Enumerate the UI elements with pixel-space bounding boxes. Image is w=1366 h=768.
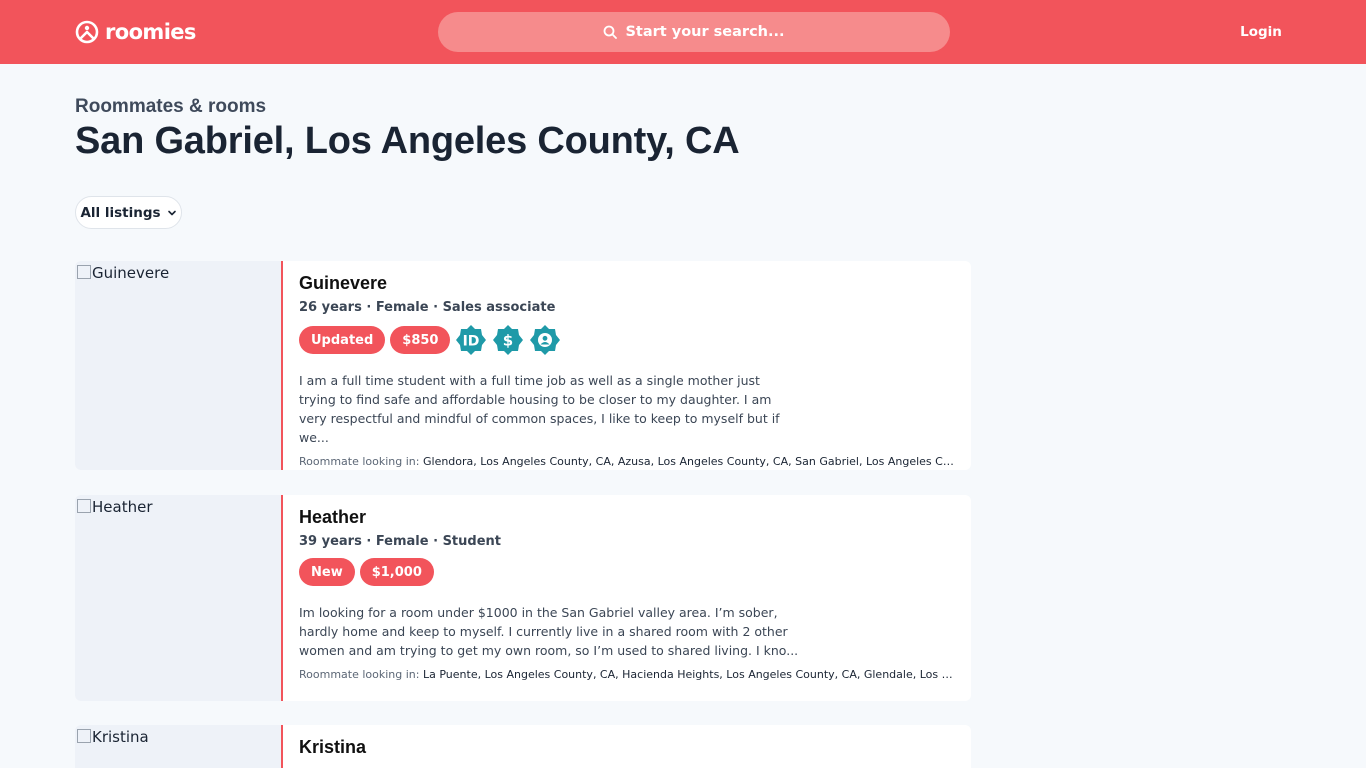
status-badge: Updated [299, 326, 386, 354]
search-placeholder: Start your search... [625, 24, 785, 40]
listing-card[interactable]: Guinevere Guinevere 26 years · Female · … [75, 261, 971, 470]
broken-image-icon [77, 729, 91, 743]
login-link[interactable]: Login [1236, 24, 1286, 40]
page-title: San Gabriel, Los Angeles County, CA [75, 120, 740, 162]
photo-alt-text: Kristina [92, 728, 149, 746]
price-badge: $1,000 [359, 558, 434, 586]
looking-in-locations: Roommate looking in: La Puente, Los Ange… [299, 668, 957, 681]
broken-image-icon [77, 265, 91, 279]
roomies-logo[interactable]: roomies [75, 19, 196, 45]
status-badge: New [299, 558, 355, 586]
listing-name[interactable]: Guinevere [299, 273, 957, 295]
listings-filter-dropdown[interactable]: All listings [75, 196, 182, 229]
listing-badges: Updated $850 ID $ [299, 324, 957, 356]
top-navigation-bar: roomies Start your search... Login [0, 0, 1366, 64]
photo-alt-text: Heather [92, 498, 153, 516]
card-accent-bar [281, 495, 283, 701]
listing-meta: 39 years · Female · Student [299, 534, 501, 549]
page-eyebrow: Roommates & rooms [75, 96, 267, 117]
looking-in-value: Glendora, Los Angeles County, CA, Azusa,… [422, 455, 957, 468]
background-check-icon [530, 325, 561, 355]
brand-name: roomies [105, 20, 196, 44]
price-badge: $850 [390, 326, 451, 354]
listing-card[interactable]: Kristina Kristina [75, 725, 971, 768]
listing-name[interactable]: Heather [299, 507, 957, 529]
card-accent-bar [281, 725, 283, 768]
listing-card[interactable]: Heather Heather 39 years · Female · Stud… [75, 495, 971, 701]
card-accent-bar [281, 261, 283, 470]
looking-in-value: La Puente, Los Angeles County, CA, Hacie… [422, 668, 957, 681]
looking-in-label: Roommate looking in: [299, 668, 420, 681]
photo-alt-text: Guinevere [92, 264, 170, 282]
broken-image-icon [77, 499, 91, 513]
listing-name[interactable]: Kristina [299, 737, 957, 759]
roomies-logo-icon [75, 20, 99, 44]
listing-photo[interactable]: Guinevere [75, 261, 281, 470]
filter-label: All listings [80, 204, 161, 221]
listing-description: I am a full time student with a full tim… [299, 373, 780, 445]
listing-photo[interactable]: Heather [75, 495, 281, 701]
id-verified-icon: ID [456, 325, 487, 355]
chevron-down-icon [167, 210, 176, 215]
income-verified-icon: $ [493, 325, 524, 355]
listing-badges: New $1,000 [299, 558, 957, 586]
looking-in-locations: Roommate looking in: Glendora, Los Angel… [299, 455, 957, 468]
search-icon [604, 25, 618, 39]
svg-text:ID: ID [463, 334, 480, 350]
listing-description: Im looking for a room under $1000 in the… [299, 605, 799, 658]
listing-details: Kristina [299, 737, 957, 759]
looking-in-label: Roommate looking in: [299, 455, 420, 468]
listing-photo[interactable]: Kristina [75, 725, 281, 768]
listing-details: Heather 39 years · Female · Student New … [299, 507, 957, 681]
listing-details: Guinevere 26 years · Female · Sales asso… [299, 273, 957, 468]
search-input[interactable]: Start your search... [438, 12, 950, 52]
svg-text:$: $ [503, 332, 513, 350]
listing-meta: 26 years · Female · Sales associate [299, 300, 556, 315]
